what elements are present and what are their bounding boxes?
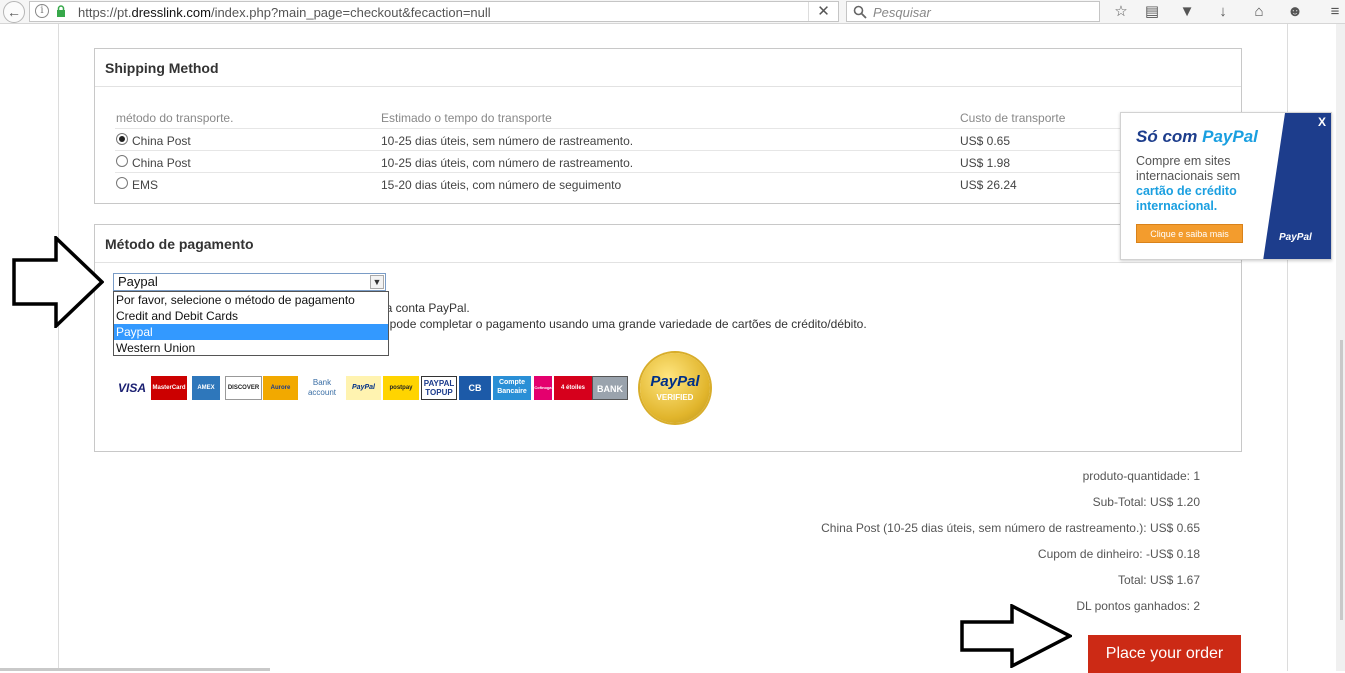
scrollbar-thumb[interactable] <box>1340 340 1343 620</box>
bank-logo: BANK <box>592 376 628 400</box>
payment-method-select[interactable]: Paypal ▼ <box>113 273 386 291</box>
summary-quantity: produto-quantidade: 1 <box>1082 469 1200 483</box>
cofinoga-logo: Cofinoga <box>534 376 552 400</box>
shipping-cost: US$ 0.65 <box>960 134 1011 148</box>
site-info-icon[interactable]: i <box>35 4 49 18</box>
summary-coupon: Cupom de dinheiro: -US$ 0.18 <box>1037 547 1200 561</box>
discover-logo: DISCOVER <box>225 376 262 400</box>
paypal-logo: PayPal <box>1279 232 1312 243</box>
payment-note-2: da pode completar o pagamento usando uma… <box>373 317 867 331</box>
shipping-method-panel: Shipping Method método do transporte. Es… <box>94 48 1242 204</box>
aurore-logo: Aurore <box>263 376 298 400</box>
compte-bancaire-logo: Compte Bancaire <box>493 376 531 400</box>
back-arrow-icon[interactable]: ← <box>3 1 25 23</box>
url-text: https://pt.dresslink.com/index.php?main_… <box>78 5 491 20</box>
close-icon[interactable]: X <box>1318 115 1326 129</box>
shipping-cost: US$ 1.98 <box>960 156 1011 170</box>
option-western-union[interactable]: Western Union <box>114 340 388 356</box>
divider <box>95 262 1241 263</box>
visa-logo: VISA <box>117 381 146 395</box>
search-placeholder: Pesquisar <box>873 5 931 20</box>
bank-account-logo: Bank account <box>307 378 337 397</box>
ad-text: Compre em sites internacionais sem cartã… <box>1136 154 1241 213</box>
paypal-ad[interactable]: X Só com PayPal Compre em sites internac… <box>1120 112 1332 260</box>
4-etoiles-logo: 4 étoiles <box>554 376 592 400</box>
row-divider <box>115 172 1241 173</box>
paypal-card-logo: PayPal <box>346 376 381 400</box>
option-credit-debit[interactable]: Credit and Debit Cards <box>114 308 388 324</box>
downloads-icon[interactable]: ↓ <box>1214 3 1232 21</box>
shipping-method-label[interactable]: China Post <box>132 156 191 170</box>
summary-total: Total: US$ 1.67 <box>1117 573 1200 587</box>
shipping-method-label[interactable]: EMS <box>132 178 158 192</box>
place-order-button[interactable]: Place your order <box>1088 635 1241 673</box>
seal-subtitle: VERIFIED <box>656 393 694 402</box>
paypal-verified-seal: PayPal VERIFIED <box>640 353 710 423</box>
option-paypal[interactable]: Paypal <box>114 324 388 340</box>
shipping-time: 15-20 dias úteis, com número de seguimen… <box>381 178 622 192</box>
address-bar[interactable]: i https://pt.dresslink.com/index.php?mai… <box>29 1 839 22</box>
header-time: Estimado o tempo do transporte <box>381 111 552 125</box>
header-cost: Custo de transporte <box>960 111 1066 125</box>
pocket-icon[interactable]: ▼ <box>1178 3 1196 21</box>
ad-title: Só com PayPal <box>1136 127 1258 146</box>
search-icon <box>853 5 867 19</box>
amex-logo: AMEX <box>192 376 220 400</box>
lock-icon <box>57 5 65 17</box>
shipping-time: 10-25 dias úteis, sem número de rastream… <box>381 134 634 148</box>
radio-ems[interactable] <box>116 177 128 189</box>
radio-china-post-tracked[interactable] <box>116 155 128 167</box>
payment-method-dropdown: Por favor, selecione o método de pagamen… <box>113 291 389 356</box>
mastercard-logo: MasterCard <box>151 376 187 400</box>
chevron-down-icon[interactable]: ▼ <box>370 275 384 289</box>
bookmark-star-icon[interactable]: ☆ <box>1112 3 1130 21</box>
summary-shipping: China Post (10-25 dias úteis, sem número… <box>821 521 1200 535</box>
menu-icon[interactable]: ≡ <box>1326 3 1344 21</box>
shipping-time: 10-25 dias úteis, com número de rastream… <box>381 156 634 170</box>
summary-points: DL pontos ganhados: 2 <box>1076 599 1200 613</box>
clear-url-icon[interactable]: ✕ <box>808 2 838 21</box>
header-method: método do transporte. <box>116 111 234 125</box>
reading-list-icon[interactable]: ▤ <box>1143 3 1161 21</box>
smiley-icon[interactable]: ☻ <box>1286 3 1304 21</box>
row-divider <box>115 150 1241 151</box>
seal-title: PayPal <box>650 373 700 390</box>
shipping-cost: US$ 26.24 <box>960 178 1017 192</box>
browser-search-input[interactable]: Pesquisar <box>846 1 1100 22</box>
paypal-topup-logo: PAYPAL TOPUP <box>421 376 457 400</box>
cb-logo: CB <box>459 376 491 400</box>
home-icon[interactable]: ⌂ <box>1250 3 1268 21</box>
summary-subtotal: Sub-Total: US$ 1.20 <box>1092 495 1200 509</box>
row-divider <box>115 128 1241 129</box>
select-value: Paypal <box>118 274 158 289</box>
payment-title: Método de pagamento <box>105 236 254 252</box>
shipping-method-label[interactable]: China Post <box>132 134 191 148</box>
divider <box>95 86 1241 87</box>
option-select-prompt[interactable]: Por favor, selecione o método de pagamen… <box>114 292 388 308</box>
ad-learn-more-button[interactable]: Clique e saiba mais <box>1136 224 1243 243</box>
annotation-arrow-icon <box>12 236 104 328</box>
radio-china-post-untracked[interactable] <box>116 133 128 145</box>
page-frame-left <box>58 24 59 671</box>
postpay-logo: postpay <box>383 376 419 400</box>
shipping-title: Shipping Method <box>105 60 219 76</box>
browser-toolbar: ← i https://pt.dresslink.com/index.php?m… <box>0 0 1345 24</box>
annotation-arrow-icon <box>960 604 1072 668</box>
